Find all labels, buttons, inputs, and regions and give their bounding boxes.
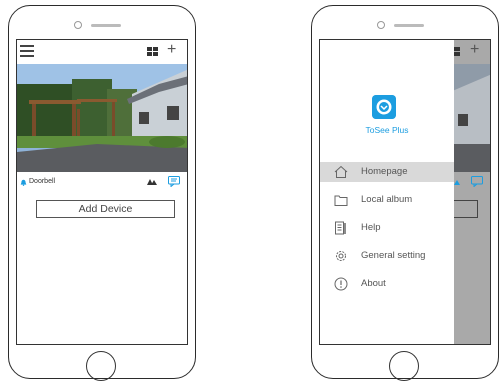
top-bar: + xyxy=(17,40,187,64)
bell-icon xyxy=(20,179,27,186)
menu-icon[interactable] xyxy=(20,45,34,57)
grid-view-icon xyxy=(454,47,462,56)
message-icon[interactable] xyxy=(168,176,180,187)
phone-frame-right: ToSee Plus Homepage Local album Help Gen… xyxy=(311,5,499,381)
camera-preview-image[interactable] xyxy=(17,64,187,172)
device-name: Doorbell xyxy=(29,178,56,185)
menu-item-about[interactable]: About xyxy=(320,274,454,294)
camera-preview-image xyxy=(450,64,490,172)
add-device-button-dimmed xyxy=(450,200,478,218)
menu-item-homepage[interactable]: Homepage xyxy=(320,162,454,182)
menu-item-local-album[interactable]: Local album xyxy=(320,190,454,210)
speaker-grille xyxy=(91,24,121,27)
menu-item-help[interactable]: Help xyxy=(320,218,454,238)
speaker-grille xyxy=(394,24,424,27)
home-button[interactable] xyxy=(389,351,419,381)
grid-view-icon[interactable] xyxy=(147,47,159,56)
folder-icon xyxy=(334,195,348,206)
home-screen: + Doorbell Add Device xyxy=(16,39,188,345)
drawer-screen: ToSee Plus Homepage Local album Help Gen… xyxy=(319,39,491,345)
menu-item-label: Homepage xyxy=(361,166,408,177)
add-icon: + xyxy=(470,41,480,58)
device-row[interactable]: Doorbell xyxy=(17,176,187,190)
gear-icon xyxy=(336,251,346,261)
front-camera xyxy=(377,21,385,29)
phone-frame-left: + Doorbell Add Device xyxy=(8,5,196,381)
help-document-icon xyxy=(335,221,346,235)
side-drawer: ToSee Plus Homepage Local album Help Gen… xyxy=(320,40,454,344)
menu-item-label: General setting xyxy=(361,250,426,261)
menu-item-label: Local album xyxy=(361,194,413,205)
message-icon xyxy=(471,176,483,187)
info-icon xyxy=(334,277,348,291)
add-icon[interactable]: + xyxy=(167,41,176,59)
app-logo-icon xyxy=(372,95,396,119)
app-name: ToSee Plus xyxy=(365,125,409,135)
menu-item-label: Help xyxy=(361,222,381,233)
menu-item-label: About xyxy=(361,278,386,289)
front-camera xyxy=(74,21,82,29)
home-button[interactable] xyxy=(86,351,116,381)
add-device-button[interactable]: Add Device xyxy=(36,200,175,218)
cloud-icon[interactable] xyxy=(146,178,158,186)
menu-item-general-setting[interactable]: General setting xyxy=(320,246,454,266)
cloud-icon xyxy=(454,180,460,185)
home-icon xyxy=(334,165,348,178)
